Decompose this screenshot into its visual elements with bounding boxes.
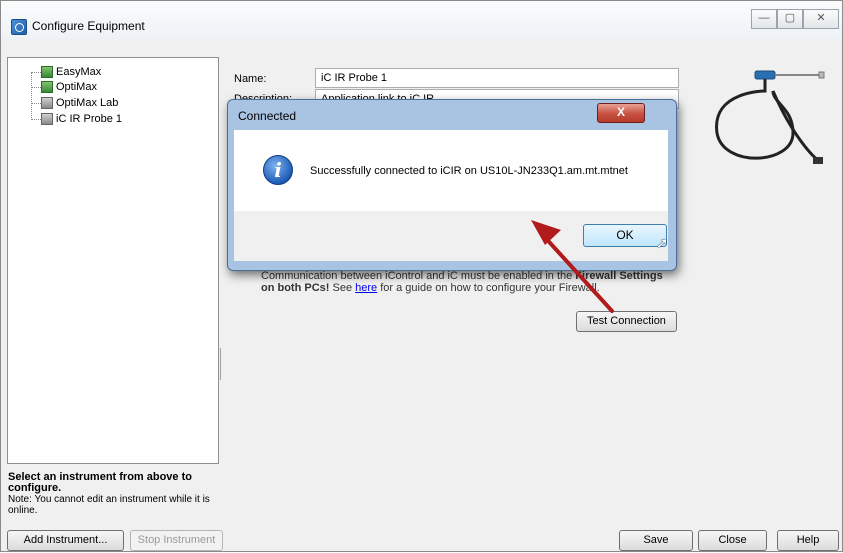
dialog-title: Connected: [238, 109, 297, 123]
firewall-note-text: Communication between iControl and iC mu…: [261, 270, 576, 282]
window-title: Configure Equipment: [32, 19, 145, 33]
tree-item-label: EasyMax: [56, 66, 102, 78]
app-icon: [11, 19, 27, 35]
select-info-note: Note: You cannot edit an instrument whil…: [8, 494, 210, 516]
title-bar: Configure Equipment — ▢ ✕: [1, 1, 842, 39]
tree-connector: [31, 119, 41, 120]
tree-item-label: iC IR Probe 1: [56, 113, 123, 125]
add-instrument-button[interactable]: Add Instrument...: [7, 530, 124, 551]
firewall-guide-link[interactable]: here: [355, 282, 377, 294]
test-connection-button[interactable]: Test Connection: [576, 311, 677, 332]
tree-connector: [31, 103, 41, 104]
dialog-footer: OK ➚: [234, 211, 669, 261]
instrument-icon: [41, 113, 53, 125]
tree-connector: [31, 72, 41, 73]
configure-equipment-window: Configure Equipment — ▢ ✕ EasyMax OptiMa…: [0, 0, 843, 552]
ir-probe-image: [715, 70, 825, 164]
tree-item-optimax-lab[interactable]: OptiMax Lab: [41, 97, 118, 109]
firewall-note: Communication between iControl and iC mu…: [261, 270, 681, 294]
tree-connector: [31, 72, 32, 120]
name-input[interactable]: iC IR Probe 1: [315, 68, 679, 88]
tree-item-ic-ir-probe-1[interactable]: iC IR Probe 1: [41, 113, 122, 125]
instrument-icon: [41, 66, 53, 78]
both-pcs-text: on both PCs!: [261, 282, 330, 294]
window-close-button[interactable]: ✕: [803, 9, 839, 29]
firewall-note-text: for a guide on how to configure your Fir…: [377, 282, 600, 294]
dialog-close-button[interactable]: X: [597, 103, 645, 123]
minimize-button[interactable]: —: [751, 9, 777, 29]
stop-instrument-button[interactable]: Stop Instrument: [130, 530, 223, 551]
splitter[interactable]: [220, 348, 221, 380]
connected-dialog: Connected X i Successfully connected to …: [227, 99, 677, 271]
dialog-body: i Successfully connected to iCIR on US10…: [234, 130, 668, 211]
tree-item-easymax[interactable]: EasyMax: [41, 66, 101, 78]
select-info: Select an instrument from above to confi…: [8, 471, 218, 517]
maximize-button[interactable]: ▢: [777, 9, 803, 29]
save-button[interactable]: Save: [619, 530, 693, 551]
tree-item-optimax[interactable]: OptiMax: [41, 81, 97, 93]
tree-item-label: OptiMax Lab: [56, 97, 119, 109]
close-button[interactable]: Close: [698, 530, 767, 551]
name-label: Name:: [234, 73, 267, 85]
select-info-heading: Select an instrument from above to confi…: [8, 471, 192, 494]
info-icon: i: [263, 155, 293, 185]
firewall-settings-text: Firewall Settings: [575, 270, 663, 282]
mouse-cursor-icon: ➚: [656, 235, 669, 252]
help-button[interactable]: Help: [777, 530, 839, 551]
ok-button[interactable]: OK: [583, 224, 667, 247]
dialog-message: Successfully connected to iCIR on US10L-…: [310, 165, 628, 177]
instrument-tree[interactable]: EasyMax OptiMax OptiMax Lab iC IR Probe …: [7, 57, 219, 464]
instrument-icon: [41, 97, 53, 109]
firewall-note-text: See: [329, 282, 356, 294]
instrument-icon: [41, 81, 53, 93]
tree-item-label: OptiMax: [56, 81, 97, 93]
tree-connector: [31, 87, 41, 88]
